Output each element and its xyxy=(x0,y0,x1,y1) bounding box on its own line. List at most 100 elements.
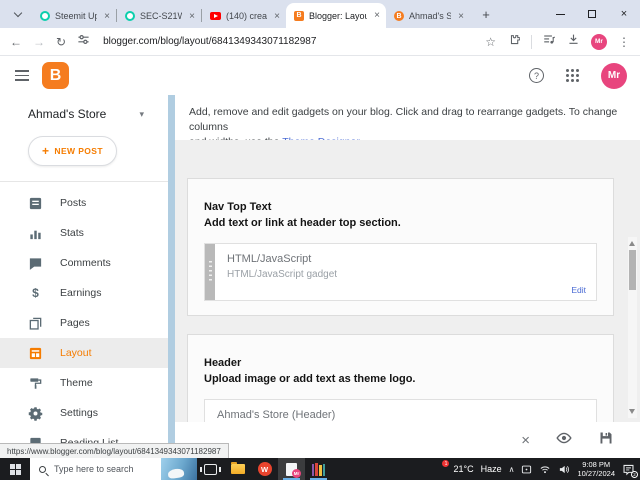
new-post-label: NEW POST xyxy=(54,146,103,156)
sidebar-item-layout[interactable]: Layout xyxy=(0,338,168,368)
sidebar-item-label: Stats xyxy=(60,227,84,239)
start-button[interactable] xyxy=(0,458,30,480)
content-scrollbar[interactable] xyxy=(628,237,637,418)
gadget-card-html-javascript[interactable]: HTML/JavaScript HTML/JavaScript gadget E… xyxy=(204,243,597,301)
tab-close-icon[interactable]: × xyxy=(456,11,466,22)
site-info-icon[interactable] xyxy=(77,33,90,51)
windows-taskbar: Type here to search W Mr 1 21°C Haze ∧ 9… xyxy=(0,458,640,480)
new-post-button[interactable]: + NEW POST xyxy=(28,136,117,166)
tab-title: Blogger: Layout xyxy=(309,10,368,21)
reload-button[interactable]: ↻ xyxy=(56,35,66,49)
extensions-icon[interactable] xyxy=(507,33,521,51)
task-view-button[interactable] xyxy=(197,458,224,480)
sidebar-item-settings[interactable]: Settings xyxy=(0,398,168,428)
sidebar-item-theme[interactable]: Theme xyxy=(0,368,168,398)
scrollbar-thumb[interactable] xyxy=(629,250,636,290)
tab-search-button[interactable] xyxy=(8,4,28,24)
description-line1: Add, remove and edit gadgets on your blo… xyxy=(189,106,618,133)
hidden-icons-chevron[interactable]: ∧ xyxy=(509,465,515,474)
restore-button[interactable] xyxy=(576,0,608,28)
browser-profile-avatar[interactable]: Mr xyxy=(591,33,607,50)
plus-icon: + xyxy=(42,144,50,158)
tab-close-icon[interactable]: × xyxy=(272,11,282,22)
tab-sec-s21w1[interactable]: SEC-S21W1: Cre × xyxy=(117,4,201,28)
help-icon[interactable]: ? xyxy=(529,68,544,83)
steemit-icon xyxy=(125,11,135,21)
drag-handle[interactable] xyxy=(205,244,215,300)
sidebar-scrollbar[interactable] xyxy=(168,95,175,450)
tab-steemit-update[interactable]: Steemit Update × xyxy=(32,4,116,28)
blogger-app-header: B ? Mr xyxy=(0,56,640,95)
posts-icon xyxy=(28,196,43,211)
google-apps-icon[interactable] xyxy=(566,69,579,82)
weather-condition[interactable]: Haze xyxy=(481,464,502,474)
scroll-down-icon[interactable] xyxy=(629,409,635,414)
chrome-profile-button[interactable]: Mr xyxy=(278,458,305,480)
url-omnibox[interactable]: blogger.com/blog/layout/6841349343071182… xyxy=(103,36,474,47)
media-controls-icon[interactable] xyxy=(543,33,556,51)
sidebar-item-pages[interactable]: Pages xyxy=(0,308,168,338)
account-avatar[interactable]: Mr xyxy=(601,62,627,89)
gadget-card-page-header[interactable]: Ahmad's Store (Header) Page Header gadge… xyxy=(204,399,597,422)
folder-icon xyxy=(230,462,245,474)
blog-selector[interactable]: Ahmad's Store ▾ xyxy=(0,95,168,121)
gadget-body: HTML/JavaScript HTML/JavaScript gadget xyxy=(215,244,349,300)
discard-button[interactable]: × xyxy=(521,432,530,449)
layout-icon xyxy=(28,346,43,361)
back-button[interactable]: ← xyxy=(10,35,22,49)
weather-icon[interactable]: 1 xyxy=(432,460,450,476)
minimize-button[interactable] xyxy=(544,0,576,28)
scroll-up-icon[interactable] xyxy=(629,241,635,246)
edit-link[interactable]: Edit xyxy=(571,285,586,295)
close-window-button[interactable]: × xyxy=(608,0,640,28)
tab-close-icon[interactable]: × xyxy=(102,11,112,22)
sidebar-item-label: Comments xyxy=(60,257,111,269)
tab-youtube-creating[interactable]: (140) creating a × xyxy=(202,4,286,28)
weather-badge: 1 xyxy=(442,460,450,467)
new-tab-button[interactable]: + xyxy=(476,4,496,24)
tab-title: Ahmad's Store xyxy=(409,11,452,21)
browser-toolbar: ← → ↻ blogger.com/blog/layout/6841349343… xyxy=(0,28,640,56)
sidebar-item-stats[interactable]: Stats xyxy=(0,218,168,248)
sidebar-item-label: Settings xyxy=(60,407,98,419)
browser-menu-icon[interactable]: ⋮ xyxy=(618,35,630,49)
tab-ahmads-store[interactable]: B Ahmad's Store × xyxy=(386,4,470,28)
wifi-icon[interactable] xyxy=(539,464,551,475)
search-icon xyxy=(39,465,46,473)
stats-icon xyxy=(28,226,43,241)
wps-office-button[interactable]: W xyxy=(251,458,278,480)
section-nav-top-text: Nav Top Text Add text or link at header … xyxy=(187,178,614,316)
sidebar-item-posts[interactable]: Posts xyxy=(0,188,168,218)
winrar-button[interactable] xyxy=(305,458,332,480)
tab-close-icon[interactable]: × xyxy=(372,10,382,21)
taskbar-clock[interactable]: 9:08 PM 10/27/2024 xyxy=(577,460,615,478)
tablet-mode-icon[interactable] xyxy=(521,464,532,475)
file-explorer-button[interactable] xyxy=(224,458,251,480)
sidebar-item-earnings[interactable]: $ Earnings xyxy=(0,278,168,308)
downloads-icon[interactable] xyxy=(567,33,580,51)
chevron-down-icon xyxy=(13,8,23,17)
forward-button[interactable]: → xyxy=(33,35,45,49)
menu-hamburger-icon[interactable] xyxy=(15,69,29,82)
taskbar-search-box[interactable]: Type here to search xyxy=(30,458,197,480)
tab-blogger-layout[interactable]: B Blogger: Layout × xyxy=(286,3,386,28)
tab-close-icon[interactable]: × xyxy=(187,11,197,22)
profile-badge: Mr xyxy=(292,468,301,478)
preview-eye-icon[interactable] xyxy=(556,430,572,451)
caret-down-icon: ▾ xyxy=(139,108,144,119)
section-subtitle: Upload image or add text as theme logo. xyxy=(204,373,416,385)
gadget-body: Ahmad's Store (Header) Page Header gadge… xyxy=(205,400,347,422)
gadget-name: Ahmad's Store (Header) xyxy=(217,409,336,421)
blogger-logo[interactable]: B xyxy=(42,62,69,89)
task-view-icon xyxy=(200,463,221,475)
weather-temp[interactable]: 21°C xyxy=(453,464,473,474)
bookmark-star-icon[interactable]: ☆ xyxy=(485,35,496,49)
window-controls: × xyxy=(544,0,640,28)
save-icon[interactable] xyxy=(598,430,614,451)
bottom-action-bar: × xyxy=(175,422,640,458)
action-center-button[interactable]: 2 xyxy=(622,463,638,478)
steemit-icon xyxy=(40,11,50,21)
sidebar-item-comments[interactable]: Comments xyxy=(0,248,168,278)
volume-icon[interactable] xyxy=(558,464,570,475)
sidebar-item-label: Layout xyxy=(60,347,92,359)
